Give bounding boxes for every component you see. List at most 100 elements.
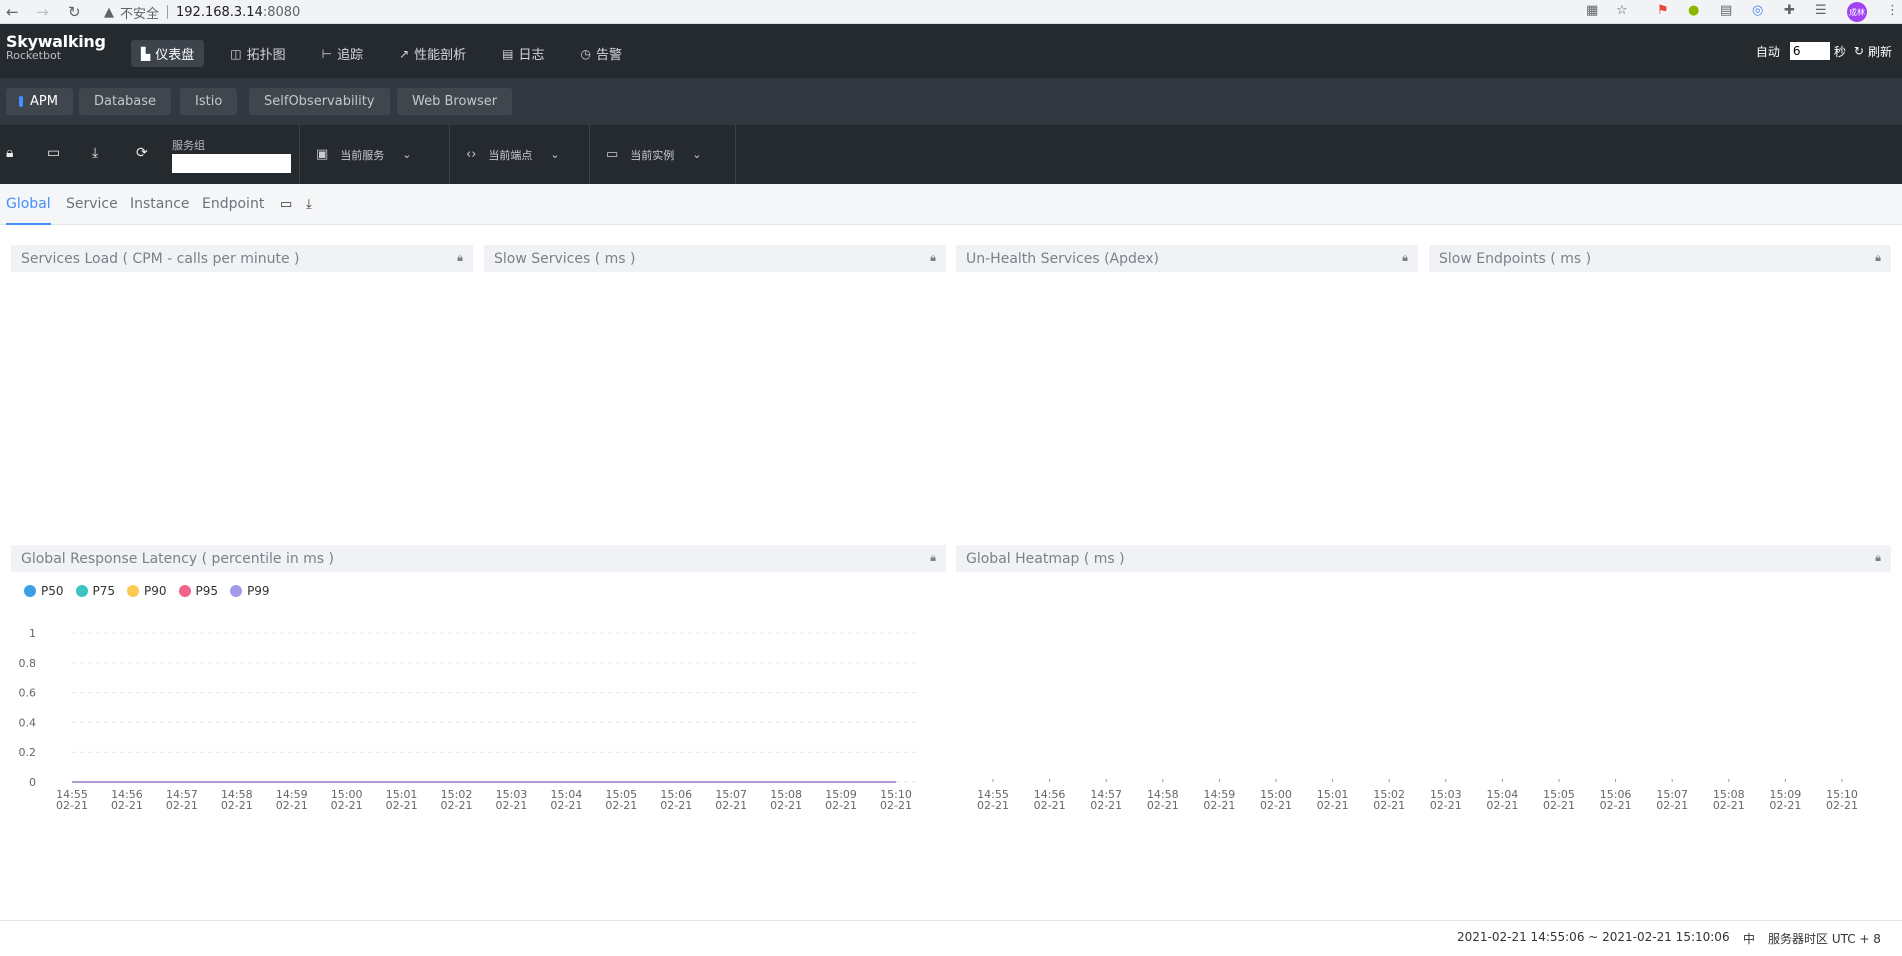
- nav-dashboard[interactable]: ▙ 仪表盘: [131, 40, 205, 67]
- panel-slow-services: Slow Services ( ms ) 🔒︎: [484, 245, 946, 272]
- lock-icon[interactable]: 🔒︎: [1875, 251, 1881, 265]
- folder-icon[interactable]: ▭: [280, 197, 292, 212]
- dash-tab-global[interactable]: Global: [6, 196, 51, 225]
- nav-dashboard-label: 仪表盘: [155, 48, 195, 63]
- tab-istio[interactable]: Istio: [180, 88, 238, 115]
- panel-title: Global Heatmap ( ms ): [966, 550, 1125, 567]
- x-tick-label: 02-21: [715, 799, 747, 812]
- forward-icon[interactable]: →: [36, 3, 49, 21]
- download-icon[interactable]: ⤓: [306, 197, 312, 212]
- y-tick-label: 0.2: [19, 746, 37, 759]
- legend-dot: [127, 585, 140, 597]
- reload-icon[interactable]: ↻: [68, 3, 81, 21]
- nav-trace-label: 追踪: [337, 48, 364, 63]
- language-toggle[interactable]: 中: [1743, 930, 1755, 947]
- y-tick-label: 1: [29, 627, 36, 640]
- download-icon[interactable]: ⤓: [92, 145, 98, 161]
- x-tick-label: 02-21: [1034, 799, 1066, 812]
- skywalking-logo[interactable]: Skywalking Rocketbot: [6, 32, 106, 62]
- legend-item-p50[interactable]: P50: [24, 584, 64, 598]
- url-port: :8080: [262, 4, 301, 20]
- dashboard-group-tabs: APM Database Istio SelfObservability Web…: [0, 78, 1902, 125]
- nav-topology-label: 拓扑图: [246, 48, 286, 63]
- x-tick-label: 02-21: [1486, 799, 1518, 812]
- tab-database[interactable]: Database: [79, 88, 172, 115]
- extension-2-icon[interactable]: ●: [1688, 3, 1699, 18]
- tab-web-browser[interactable]: Web Browser: [397, 88, 513, 115]
- nav-log-label: 日志: [518, 48, 545, 63]
- legend-dot: [178, 585, 191, 597]
- legend-item-p95[interactable]: P95: [178, 584, 218, 598]
- extension-3-icon[interactable]: ▤: [1720, 3, 1732, 18]
- profile-avatar[interactable]: 成林: [1847, 2, 1867, 22]
- lock-icon[interactable]: 🔒︎: [930, 251, 936, 265]
- lock-icon[interactable]: 🔒︎: [1875, 551, 1881, 565]
- x-tick-label: 02-21: [1713, 799, 1745, 812]
- x-tick-label: 02-21: [605, 799, 637, 812]
- lock-icon[interactable]: 🔒︎: [6, 145, 13, 161]
- tab-selfobservability-label: SelfObservability: [264, 94, 375, 109]
- nav-profile[interactable]: ↗ 性能剖析: [389, 40, 476, 67]
- x-tick-label: 02-21: [276, 799, 308, 812]
- refresh-interval-input[interactable]: [1789, 42, 1830, 60]
- back-icon[interactable]: ←: [6, 3, 19, 21]
- lock-icon[interactable]: 🔒︎: [457, 251, 463, 265]
- server-timezone[interactable]: 服务器时区 UTC + 8: [1768, 930, 1881, 947]
- panel-slow-endpoints: Slow Endpoints ( ms ) 🔒︎: [1429, 245, 1891, 272]
- legend-item-p90[interactable]: P90: [127, 584, 167, 598]
- dash-tab-instance[interactable]: Instance: [130, 196, 190, 212]
- service-icon: ▣: [316, 147, 329, 162]
- service-selector[interactable]: ▣ 当前服务 ⌄: [299, 125, 449, 184]
- legend-label: P99: [247, 584, 270, 598]
- status-footer: 2021-02-21 14:55:06 ~ 2021-02-21 15:10:0…: [0, 920, 1902, 952]
- qr-code-icon[interactable]: ▦: [1586, 3, 1598, 18]
- x-tick-label: 02-21: [1373, 799, 1405, 812]
- lock-icon[interactable]: 🔒︎: [1402, 251, 1408, 265]
- profile-icon: ↗: [399, 46, 410, 61]
- endpoint-selector[interactable]: ‹› 当前端点 ⌄: [449, 125, 589, 184]
- active-tab-indicator: [19, 96, 23, 107]
- extension-1-icon[interactable]: ⚑: [1657, 3, 1669, 18]
- x-tick-label: 02-21: [221, 799, 253, 812]
- browser-menu-icon[interactable]: ⋮: [1886, 3, 1899, 18]
- x-tick-label: 02-21: [1203, 799, 1235, 812]
- extension-4-icon[interactable]: ◎: [1752, 3, 1763, 18]
- extensions-puzzle-icon[interactable]: ✚: [1784, 3, 1795, 18]
- folder-icon[interactable]: ▭: [47, 145, 60, 161]
- legend-item-p75[interactable]: P75: [75, 584, 115, 598]
- x-tick-label: 02-21: [111, 799, 143, 812]
- dash-tab-endpoint[interactable]: Endpoint: [202, 196, 264, 212]
- address-bar[interactable]: ▲ 不安全 192.168.3.14:8080: [104, 1, 1574, 23]
- dashboard-tabs: Global Service Instance Endpoint ▭ ⤓: [0, 184, 1902, 225]
- nav-topology[interactable]: ◫ 拓扑图: [220, 40, 295, 67]
- reading-list-icon[interactable]: ☰: [1815, 3, 1827, 18]
- service-group-field: 服务组: [172, 137, 291, 173]
- refresh-icon[interactable]: ↻: [1854, 44, 1864, 58]
- panel-title: Slow Endpoints ( ms ): [1439, 250, 1592, 267]
- chevron-down-icon: ⌄: [402, 148, 412, 161]
- nav-log[interactable]: ▤ 日志: [492, 40, 554, 67]
- legend-label: P50: [41, 584, 64, 598]
- instance-selector-label: 当前实例: [630, 148, 675, 162]
- time-range[interactable]: 2021-02-21 14:55:06 ~ 2021-02-21 15:10:0…: [1457, 930, 1730, 944]
- chevron-down-icon: ⌄: [550, 148, 560, 161]
- dash-tab-service[interactable]: Service: [66, 196, 118, 212]
- legend-item-p99[interactable]: P99: [230, 584, 270, 598]
- panel-global-heatmap: Global Heatmap ( ms ) 🔒︎: [956, 545, 1891, 572]
- tab-apm[interactable]: APM: [6, 88, 73, 115]
- tab-selfobservability[interactable]: SelfObservability: [249, 88, 390, 115]
- latency-legend: P50 P75 P90 P95 P99: [24, 584, 282, 598]
- sync-icon[interactable]: ⟳: [136, 145, 148, 161]
- nav-trace[interactable]: ⊢ 追踪: [312, 40, 373, 67]
- service-group-label: 服务组: [172, 139, 205, 152]
- legend-dot: [24, 585, 36, 597]
- instance-selector[interactable]: ▭ 当前实例 ⌄: [589, 125, 736, 184]
- auto-label[interactable]: 自动: [1756, 43, 1780, 60]
- x-tick-label: 02-21: [1543, 799, 1575, 812]
- refresh-label[interactable]: 刷新: [1868, 43, 1892, 60]
- nav-alarm[interactable]: ◷ 告警: [571, 40, 633, 67]
- service-group-input[interactable]: [172, 154, 291, 173]
- lock-icon[interactable]: 🔒︎: [930, 551, 936, 565]
- bookmark-star-icon[interactable]: ☆: [1616, 3, 1628, 18]
- x-tick-label: 02-21: [441, 799, 473, 812]
